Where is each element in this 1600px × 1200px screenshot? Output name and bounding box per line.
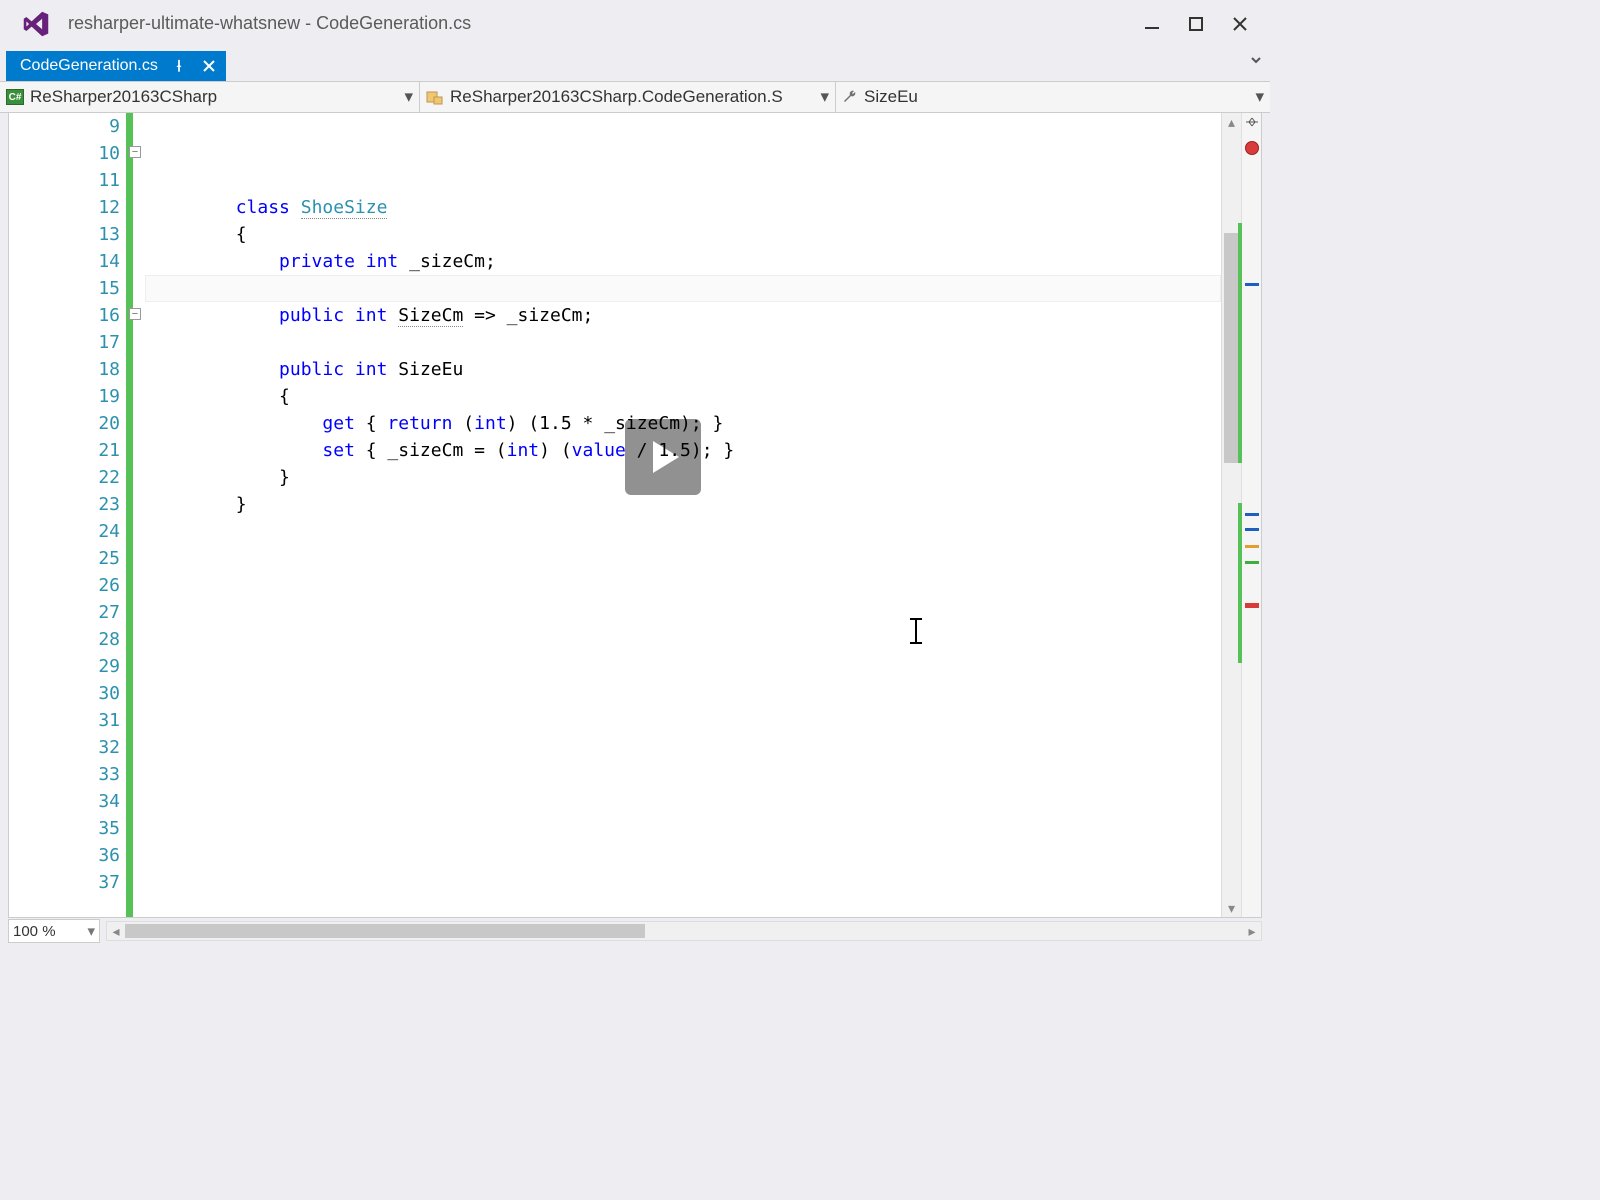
line-number: 14: [9, 248, 120, 275]
close-button[interactable]: [1218, 7, 1262, 41]
scrollbar-thumb[interactable]: [1224, 233, 1239, 463]
line-number: 10: [9, 140, 120, 167]
member-combo[interactable]: SizeEu ▾: [836, 82, 1270, 112]
line-number: 33: [9, 761, 120, 788]
maximize-button[interactable]: [1174, 7, 1218, 41]
line-number: 15: [9, 275, 120, 302]
title-bar: resharper-ultimate-whatsnew - CodeGenera…: [0, 0, 1270, 47]
project-combo-label: ReSharper20163CSharp: [30, 87, 217, 107]
marker-bar[interactable]: [1241, 113, 1261, 917]
chevron-down-icon: ▾: [87, 922, 95, 940]
line-number: 13: [9, 221, 120, 248]
code-content: class ShoeSize { private int _sizeCm; pu…: [149, 167, 1221, 923]
minimize-button[interactable]: [1130, 7, 1174, 41]
zoom-combo[interactable]: 100 % ▾: [8, 919, 100, 943]
close-tab-icon[interactable]: [200, 57, 218, 75]
line-number: 31: [9, 707, 120, 734]
line-number: 12: [9, 194, 120, 221]
scrollbar-thumb[interactable]: [125, 924, 645, 938]
line-number: 24: [9, 518, 120, 545]
line-number: 28: [9, 626, 120, 653]
line-number: 37: [9, 869, 120, 896]
horizontal-scrollbar[interactable]: ◂ ▸: [106, 921, 1262, 941]
code-editor[interactable]: 9101112131415161718192021222324252627282…: [8, 113, 1262, 918]
line-number: 30: [9, 680, 120, 707]
change-marker: [1238, 223, 1242, 463]
scroll-right-icon[interactable]: ▸: [1243, 922, 1261, 940]
line-number: 18: [9, 356, 120, 383]
line-number: 11: [9, 167, 120, 194]
suggestion-marker: [1245, 561, 1259, 564]
navigation-bar: C# ReSharper20163CSharp ▾ ReSharper20163…: [0, 81, 1270, 113]
line-number: 32: [9, 734, 120, 761]
fold-toggle-icon[interactable]: −: [129, 308, 141, 320]
line-number: 35: [9, 815, 120, 842]
line-number: 21: [9, 437, 120, 464]
vs-logo-icon: [20, 8, 52, 40]
info-marker: [1245, 528, 1259, 531]
document-tab-active[interactable]: CodeGeneration.cs: [6, 51, 226, 81]
tab-overflow-icon[interactable]: [1250, 53, 1262, 69]
line-number: 36: [9, 842, 120, 869]
line-number: 16: [9, 302, 120, 329]
tab-label: CodeGeneration.cs: [20, 57, 158, 75]
outlining-margin[interactable]: − −: [127, 113, 145, 917]
wrench-icon: [842, 89, 858, 105]
type-combo[interactable]: ReSharper20163CSharp.CodeGeneration.S ▾: [420, 82, 836, 112]
line-number: 29: [9, 653, 120, 680]
line-number: 23: [9, 491, 120, 518]
scroll-up-icon[interactable]: ▴: [1222, 113, 1241, 131]
warning-marker: [1245, 545, 1259, 548]
line-number: 9: [9, 113, 120, 140]
change-marker: [1238, 503, 1242, 663]
line-number: 26: [9, 572, 120, 599]
line-number: 25: [9, 545, 120, 572]
line-number: 27: [9, 599, 120, 626]
chevron-down-icon: ▾: [1255, 87, 1264, 107]
project-combo[interactable]: C# ReSharper20163CSharp ▾: [0, 82, 420, 112]
csharp-icon: C#: [6, 89, 24, 105]
scroll-down-icon[interactable]: ▾: [1222, 899, 1241, 917]
info-marker: [1245, 513, 1259, 516]
line-number: 22: [9, 464, 120, 491]
chevron-down-icon: ▾: [820, 87, 829, 107]
class-icon: [426, 89, 444, 105]
line-number: 20: [9, 410, 120, 437]
line-number: 19: [9, 383, 120, 410]
scroll-left-icon[interactable]: ◂: [107, 922, 125, 940]
zoom-value: 100 %: [13, 923, 56, 940]
line-number-gutter: 9101112131415161718192021222324252627282…: [9, 113, 127, 917]
error-indicator-icon[interactable]: [1245, 141, 1259, 155]
error-marker: [1245, 603, 1259, 608]
line-number: 34: [9, 788, 120, 815]
window-title: resharper-ultimate-whatsnew - CodeGenera…: [64, 13, 1130, 34]
fold-toggle-icon[interactable]: −: [129, 146, 141, 158]
code-text-area[interactable]: class ShoeSize { private int _sizeCm; pu…: [145, 113, 1221, 917]
member-combo-label: SizeEu: [864, 87, 918, 107]
split-view-icon[interactable]: [1244, 115, 1260, 132]
pin-icon[interactable]: [170, 57, 188, 75]
document-tab-strip: CodeGeneration.cs: [0, 47, 1270, 81]
line-number: 17: [9, 329, 120, 356]
caret-marker: [1245, 283, 1259, 286]
chevron-down-icon: ▾: [404, 87, 413, 107]
type-combo-label: ReSharper20163CSharp.CodeGeneration.S: [450, 87, 783, 107]
